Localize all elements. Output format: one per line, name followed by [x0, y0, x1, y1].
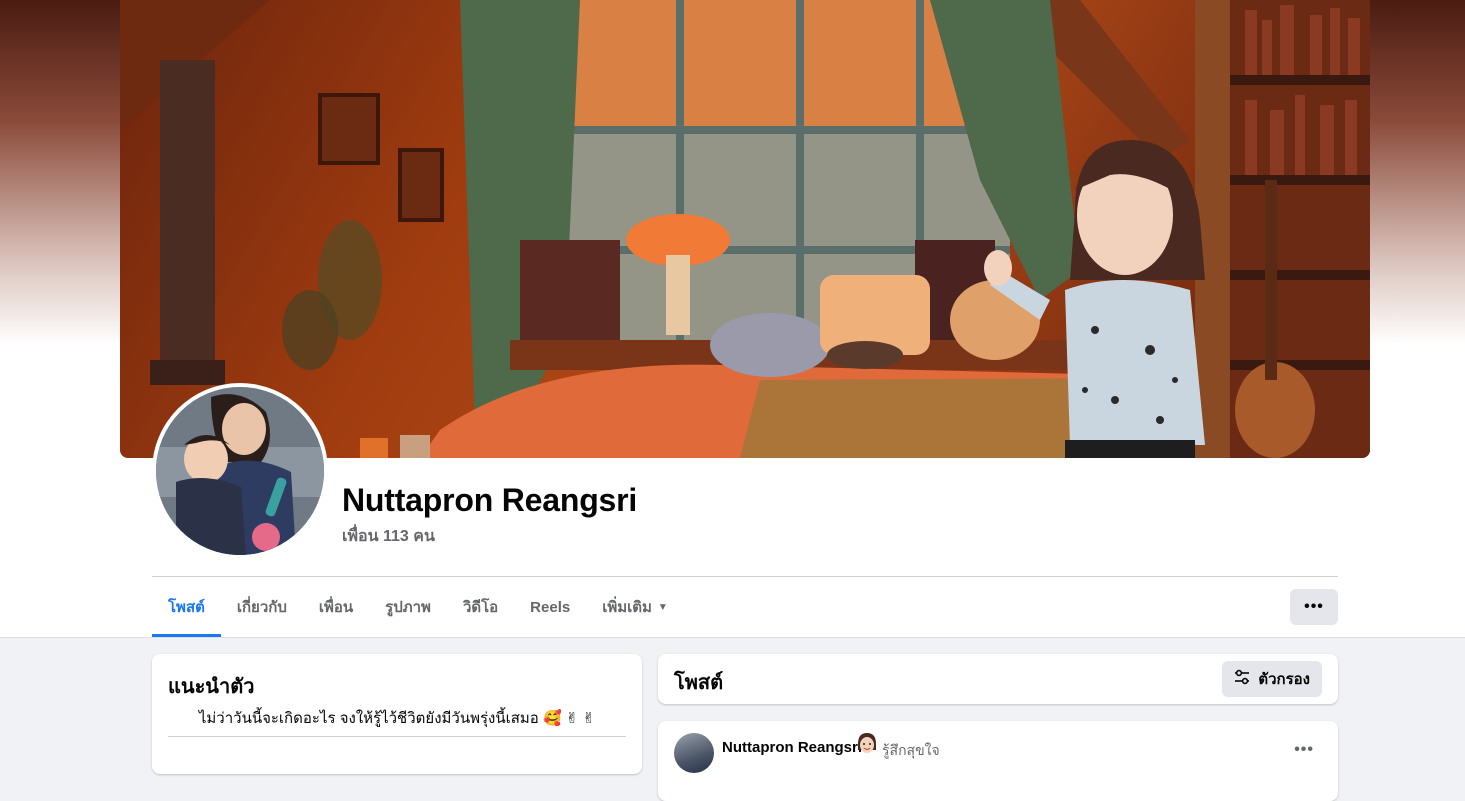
- tab-friends[interactable]: เพื่อน: [303, 577, 369, 637]
- post-author-name[interactable]: Nuttapron Reangsri: [722, 739, 862, 756]
- tab-friends-label: เพื่อน: [318, 599, 354, 616]
- profile-tabs: โพสต์ เกี่ยวกับ เพื่อน รูปภาพ วิดีโอ Ree…: [152, 577, 684, 637]
- cover-photo[interactable]: [120, 0, 1370, 458]
- friends-count[interactable]: เพื่อน 113 คน: [342, 524, 435, 549]
- tab-videos-label: วิดีโอ: [462, 599, 499, 616]
- profile-header: Nuttapron Reangsri เพื่อน 113 คน โพสต์ เ…: [0, 0, 1465, 638]
- tab-about-label: เกี่ยวกับ: [236, 599, 287, 616]
- post-feeling: รู้สึกสุขใจ: [882, 742, 940, 758]
- intro-bio: ไม่ว่าวันนี้จะเกิดอะไร จงให้รู้ไว้ชีวิตย…: [198, 710, 596, 727]
- profile-picture[interactable]: [152, 383, 328, 559]
- intro-card: แนะนำตัว ไม่ว่าวันนี้จะเกิดอะไร จงให้รู้…: [152, 654, 642, 774]
- post-more-options-button[interactable]: •••: [1294, 741, 1314, 759]
- avatar-emoji-icon: [856, 732, 878, 756]
- post-card: Nuttapron Reangsri รู้สึกสุขใจ •••: [658, 721, 1338, 801]
- filter-label: ตัวกรอง: [1258, 671, 1310, 688]
- more-options-button[interactable]: •••: [1290, 589, 1338, 625]
- profile-name: Nuttapron Reangsri: [342, 482, 638, 518]
- posts-title: โพสต์: [674, 672, 724, 694]
- filter-sliders-icon: [1234, 669, 1250, 689]
- profile-photo-illustration: [156, 387, 324, 555]
- tab-reels-label: Reels: [530, 598, 571, 616]
- intro-title: แนะนำตัว: [168, 676, 255, 698]
- tab-posts[interactable]: โพสต์: [152, 577, 221, 637]
- intro-divider: [168, 736, 626, 737]
- tab-more-label: เพิ่มเติม: [602, 599, 652, 616]
- caret-down-icon: ▼: [657, 601, 668, 613]
- tab-posts-label: โพสต์: [168, 599, 205, 616]
- tab-reels[interactable]: Reels: [514, 577, 586, 637]
- cover-illustration: [120, 0, 1370, 458]
- filter-button[interactable]: ตัวกรอง: [1222, 661, 1322, 697]
- profile-photo: [156, 387, 324, 555]
- tab-about[interactable]: เกี่ยวกับ: [221, 577, 303, 637]
- tab-videos[interactable]: วิดีโอ: [447, 577, 514, 637]
- tab-more[interactable]: เพิ่มเติม ▼: [586, 577, 684, 637]
- tab-photos-label: รูปภาพ: [385, 599, 431, 616]
- post-author-avatar[interactable]: [674, 733, 714, 773]
- tab-photos[interactable]: รูปภาพ: [369, 577, 447, 637]
- posts-header-card: โพสต์ ตัวกรอง: [658, 654, 1338, 704]
